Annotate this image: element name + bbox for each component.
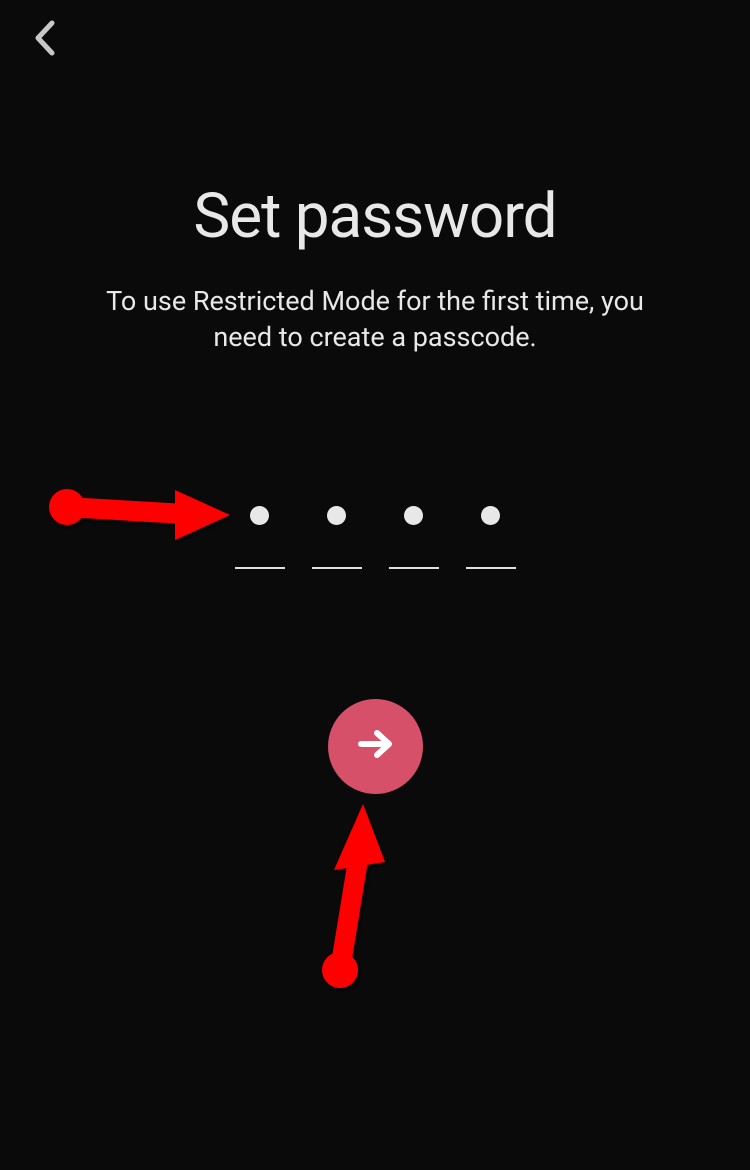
back-button[interactable] [25, 20, 65, 60]
passcode-dot-icon [250, 506, 269, 525]
passcode-underline [235, 567, 285, 569]
passcode-digit-3[interactable] [389, 506, 439, 569]
passcode-dot-icon [481, 506, 500, 525]
passcode-dot-icon [404, 506, 423, 525]
arrow-right-icon [353, 722, 397, 770]
passcode-dot-icon [327, 506, 346, 525]
passcode-input[interactable] [235, 506, 516, 569]
annotation-arrow-2 [310, 800, 400, 1004]
content-area: Set password To use Restricted Mode for … [0, 0, 750, 794]
passcode-digit-2[interactable] [312, 506, 362, 569]
page-subtitle: To use Restricted Mode for the first tim… [75, 283, 675, 356]
next-button[interactable] [328, 699, 423, 794]
passcode-underline [389, 567, 439, 569]
passcode-digit-4[interactable] [466, 506, 516, 569]
passcode-underline [466, 567, 516, 569]
chevron-left-icon [32, 19, 58, 61]
passcode-underline [312, 567, 362, 569]
page-title: Set password [193, 180, 556, 253]
passcode-digit-1[interactable] [235, 506, 285, 569]
